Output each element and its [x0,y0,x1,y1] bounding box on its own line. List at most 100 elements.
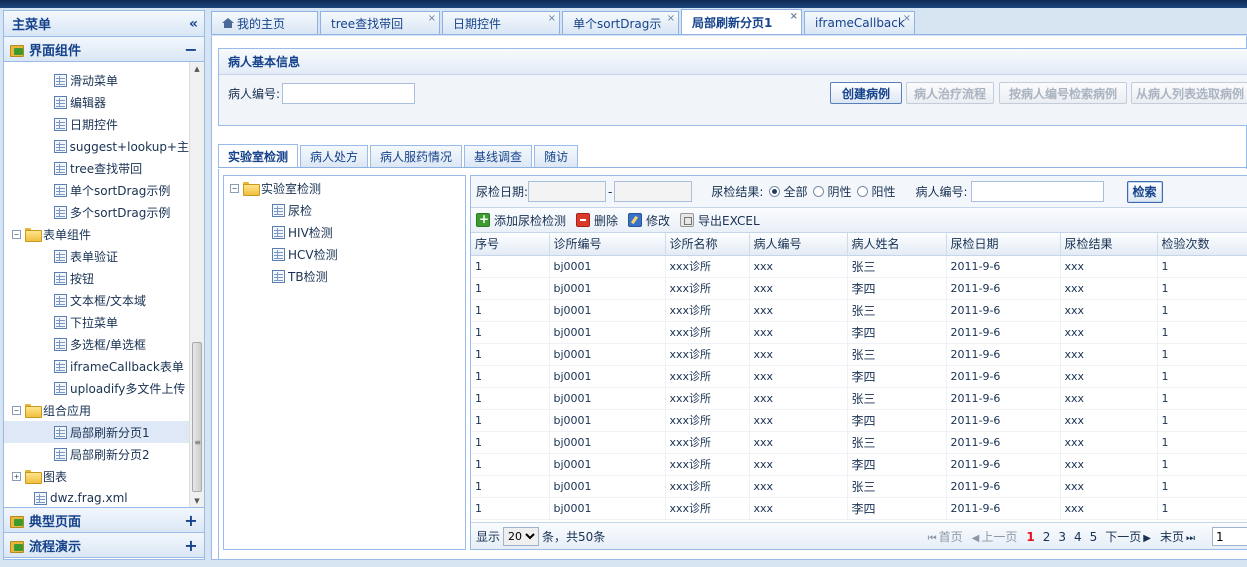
sidebar-tree-item[interactable]: 文本框/文本域 [4,289,189,311]
sidebar-tree-item[interactable]: 多选框/单选框 [4,333,189,355]
page-number[interactable]: 3 [1058,530,1066,544]
page-tab[interactable]: 局部刷新分页1 × [681,9,802,34]
sub-tab[interactable]: 实验室检测 [218,144,299,167]
edit-button[interactable]: 修改 [628,212,670,229]
sub-tab[interactable]: 基线调查 [464,145,533,167]
search-case-button[interactable]: 按病人编号检索病例 [999,82,1127,104]
table-row[interactable]: 1 bj0001 xxx诊所 xxx 李四 2011-9-6 xxx 1 [471,497,1247,520]
first-page[interactable]: ⏮ 首页 [928,528,963,545]
lab-tree-item[interactable]: HIV检测 [224,221,465,243]
page-jump-input[interactable] [1212,527,1247,546]
column-header[interactable]: 尿检日期 [946,233,1061,256]
page-number[interactable]: 4 [1074,530,1082,544]
column-header[interactable]: 病人编号 [749,233,848,256]
table-row[interactable]: 1 bj0001 xxx诊所 xxx 李四 2011-9-6 xxx 1 [471,453,1247,476]
sidebar-tree-item[interactable]: 多个sortDrag示例 [4,201,189,223]
sidebar-tree-item[interactable]: 单个sortDrag示例 [4,179,189,201]
sidebar-tree-item[interactable]: 编辑器 [4,91,189,113]
pick-case-button[interactable]: 从病人列表选取病例 [1131,82,1247,104]
page-number[interactable]: 2 [1043,530,1051,544]
sub-tab[interactable]: 随访 [534,145,579,167]
table-row[interactable]: 1 bj0001 xxx诊所 xxx 张三 2011-9-6 xxx 1 [471,343,1247,366]
date-to-input[interactable] [614,181,693,202]
sidebar-scrollbar[interactable]: ▲ ≡ ▼ [189,62,204,507]
table-row[interactable]: 1 bj0001 xxx诊所 xxx 李四 2011-9-6 xxx 1 [471,277,1247,300]
sidebar-tree-item[interactable]: 局部刷新分页2 [4,443,189,465]
sub-tab[interactable]: 病人服药情况 [370,145,463,167]
table-row[interactable]: 1 bj0001 xxx诊所 xxx 张三 2011-9-6 xxx 1 [471,299,1247,322]
scroll-down-icon[interactable]: ▼ [190,494,204,507]
column-header[interactable]: 病人姓名 [847,233,947,256]
radio-all[interactable]: 全部 [769,183,807,200]
sidebar-tree-item[interactable]: dwz.frag.xml [4,487,189,507]
sidebar-tree-item[interactable]: 滑动菜单 [4,69,189,91]
radio-positive[interactable]: 阳性 [857,183,895,200]
table-row[interactable]: 1 bj0001 xxx诊所 xxx 张三 2011-9-6 xxx 1 [471,387,1247,410]
table-row[interactable]: 1 bj0001 xxx诊所 xxx 张三 2011-9-6 xxx 1 [471,475,1247,498]
page-tab[interactable]: tree查找带回 × [320,11,440,34]
tab-close-icon[interactable]: × [790,11,798,22]
sub-tab[interactable]: 病人处方 [300,145,369,167]
page-tab[interactable]: iframeCallback × [804,11,915,34]
last-page[interactable]: 末页 ⏭ [1160,528,1195,545]
column-header[interactable]: 诊所名称 [665,233,750,256]
tree-toggle-icon[interactable]: − [12,229,21,239]
table-row[interactable]: 1 bj0001 xxx诊所 xxx 李四 2011-9-6 xxx 1 [471,321,1247,344]
date-from-input[interactable] [528,181,607,202]
tab-close-icon[interactable]: × [903,13,911,24]
page-number[interactable]: 1 [1026,530,1034,544]
table-row[interactable]: 1 bj0001 xxx诊所 xxx 张三 2011-9-6 xxx 1 [471,255,1247,278]
column-header[interactable]: 序号 [471,233,550,256]
sidebar-tree-item[interactable]: 下拉菜单 [4,311,189,333]
tab-close-icon[interactable]: × [667,13,675,24]
accordion-typical-pages[interactable]: 典型页面 + [4,508,204,533]
sidebar-tree-item[interactable]: 局部刷新分页1 [4,421,189,443]
column-header[interactable]: 尿检结果 [1060,233,1158,256]
sidebar-tree-item[interactable]: − 组合应用 [4,399,189,421]
page-tab[interactable]: 日期控件 × [442,11,560,34]
sidebar-tree-item[interactable]: 表单验证 [4,245,189,267]
patient-id-input[interactable] [282,83,416,104]
treatment-flow-button[interactable]: 病人治疗流程 [906,82,994,104]
accordion-flow-demo[interactable]: 流程演示 + [4,533,204,558]
create-case-button[interactable]: 创建病例 [830,82,902,104]
prev-page[interactable]: ◀ 上一页 [972,528,1018,545]
tree-toggle-icon[interactable]: + [12,471,21,481]
accordion-ui-components[interactable]: 界面组件 − [4,37,204,62]
lab-tree-item[interactable]: 尿检 [224,199,465,221]
tab-close-icon[interactable]: × [548,13,556,24]
filter-patient-id-input[interactable] [970,181,1104,202]
scrollbar-thumb[interactable] [192,342,202,492]
tab-close-icon[interactable]: × [428,13,436,24]
delete-button[interactable]: 删除 [576,212,618,229]
sidebar-tree-item[interactable]: 日期控件 [4,113,189,135]
tree-collapse-icon[interactable]: − [230,183,239,193]
sidebar-tree-item[interactable]: + 图表 [4,465,189,487]
page-number[interactable]: 5 [1090,530,1098,544]
page-size-select[interactable]: 20 [503,526,540,546]
sidebar-tree-item[interactable]: suggest+lookup+主 [4,135,189,157]
page-tab[interactable]: 单个sortDrag示 × [562,11,679,34]
radio-button[interactable] [813,186,825,197]
next-page[interactable]: 下一页 ▶ [1105,528,1151,545]
search-button[interactable]: 检索 [1126,180,1163,203]
sidebar-tree-item[interactable]: iframeCallback表单 [4,355,189,377]
sidebar-tree-item[interactable]: − 表单组件 [4,223,189,245]
expand-plus-icon[interactable]: + [184,536,198,555]
table-row[interactable]: 1 bj0001 xxx诊所 xxx 李四 2011-9-6 xxx 1 [471,409,1247,432]
table-row[interactable]: 1 bj0001 xxx诊所 xxx 张三 2011-9-6 xxx 1 [471,431,1247,454]
scroll-up-icon[interactable]: ▲ [190,62,204,76]
lab-tree-item[interactable]: TB检测 [224,265,465,287]
tree-toggle-icon[interactable]: − [12,405,21,415]
radio-button[interactable] [769,186,781,197]
sidebar-tree-item[interactable]: uploadify多文件上传 [4,377,189,399]
column-header[interactable]: 诊所编号 [549,233,666,256]
collapse-minus-icon[interactable]: − [184,40,198,59]
page-tab[interactable]: 我的主页 [211,11,318,34]
add-urine-test-button[interactable]: 添加尿检检测 [476,212,566,229]
lab-tree-root[interactable]: − 实验室检测 [224,177,465,199]
table-row[interactable]: 1 bj0001 xxx诊所 xxx 李四 2011-9-6 xxx 1 [471,365,1247,388]
collapse-sidebar-icon[interactable]: « [189,16,198,32]
column-header[interactable]: 检验次数 [1157,233,1247,256]
radio-negative[interactable]: 阴性 [813,183,851,200]
